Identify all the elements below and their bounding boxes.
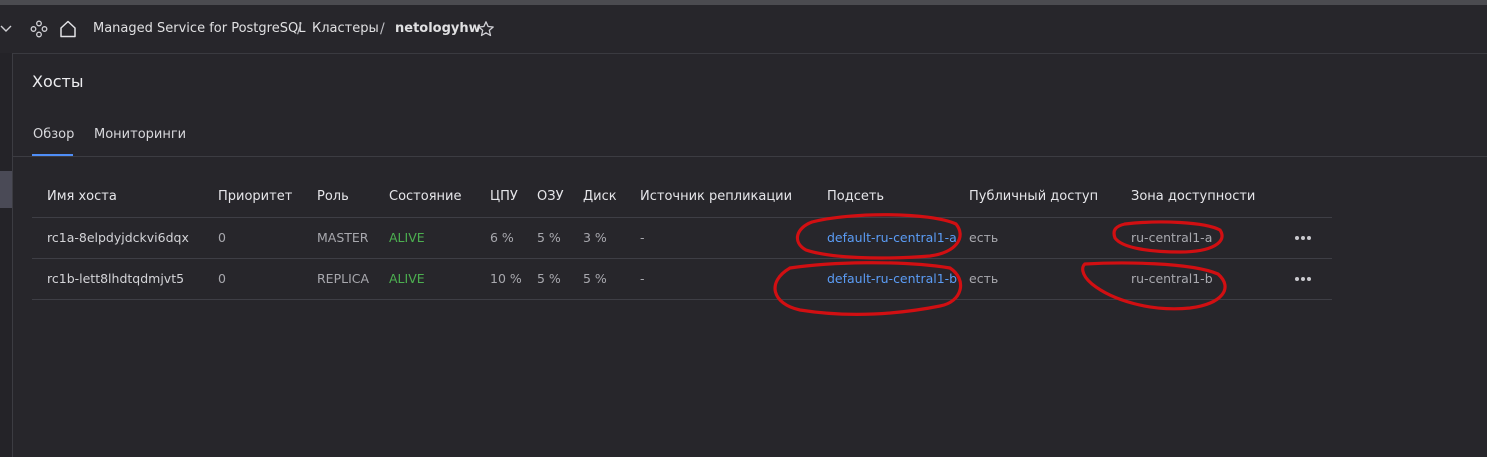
more-horizontal-icon[interactable] <box>1294 234 1314 242</box>
table-header-divider <box>32 217 1332 218</box>
cell-priority: 0 <box>218 271 226 286</box>
chevron-down-icon[interactable] <box>0 24 12 34</box>
cell-host-name[interactable]: rc1b-lett8lhdtqdmjvt5 <box>47 270 184 288</box>
cell-cpu: 10 % <box>490 271 522 286</box>
col-role: Роль <box>317 189 349 204</box>
breadcrumb-service[interactable]: Managed Service for PostgreSQL <box>93 19 305 39</box>
tabs-divider <box>12 156 1487 157</box>
more-horizontal-icon[interactable] <box>1294 275 1314 283</box>
col-host-name: Имя хоста <box>47 189 117 204</box>
cell-state: ALIVE <box>389 230 425 245</box>
cell-zone: ru-central1-b <box>1131 271 1213 286</box>
breadcrumb-separator: / <box>297 21 302 37</box>
col-public-access: Публичный доступ <box>969 189 1099 204</box>
col-replication-source: Источник репликации <box>640 189 793 204</box>
breadcrumb-clusters[interactable]: Кластеры <box>312 19 379 39</box>
cell-ram: 5 % <box>537 271 561 286</box>
cell-subnet-link[interactable]: default-ru-central1-a <box>827 229 957 247</box>
tab-overview[interactable]: Обзор <box>33 126 74 144</box>
col-state: Состояние <box>389 189 462 204</box>
cell-state: ALIVE <box>389 271 425 286</box>
col-zone: Зона доступности <box>1131 189 1256 204</box>
cell-disk: 5 % <box>583 271 607 286</box>
cell-subnet-link[interactable]: default-ru-central1-b <box>827 270 957 288</box>
col-disk: Диск <box>583 189 617 204</box>
col-cpu: ЦПУ <box>490 189 518 204</box>
cluster-icon[interactable] <box>30 20 48 38</box>
page-title: Хосты <box>32 72 84 91</box>
star-icon[interactable] <box>477 20 495 38</box>
home-icon[interactable] <box>58 19 78 39</box>
breadcrumb-separator: / <box>380 21 385 37</box>
cell-replication-source: - <box>640 230 645 245</box>
tab-monitoring[interactable]: Мониторинги <box>94 126 186 144</box>
col-subnet: Подсеть <box>827 189 885 204</box>
cell-public-access: есть <box>969 230 999 245</box>
top-header: Managed Service for PostgreSQL / Кластер… <box>0 5 1487 53</box>
cell-host-name[interactable]: rc1a-8elpdyjdckvi6dqx <box>47 229 189 247</box>
left-rail-active-marker[interactable] <box>0 171 12 208</box>
header-divider <box>12 53 1487 54</box>
cell-cpu: 6 % <box>490 230 514 245</box>
left-rail <box>0 53 13 457</box>
cell-ram: 5 % <box>537 230 561 245</box>
table-row-divider <box>32 258 1332 259</box>
cell-disk: 3 % <box>583 230 607 245</box>
col-ram: ОЗУ <box>537 189 564 204</box>
col-priority: Приоритет <box>218 189 293 204</box>
cell-role: REPLICA <box>317 271 370 286</box>
cell-replication-source: - <box>640 271 645 286</box>
breadcrumb-cluster-name: netologyhw <box>395 21 481 36</box>
cell-role: MASTER <box>317 230 369 245</box>
cell-priority: 0 <box>218 230 226 245</box>
cell-zone: ru-central1-a <box>1131 230 1213 245</box>
cell-public-access: есть <box>969 271 999 286</box>
table-row-divider <box>32 299 1332 300</box>
